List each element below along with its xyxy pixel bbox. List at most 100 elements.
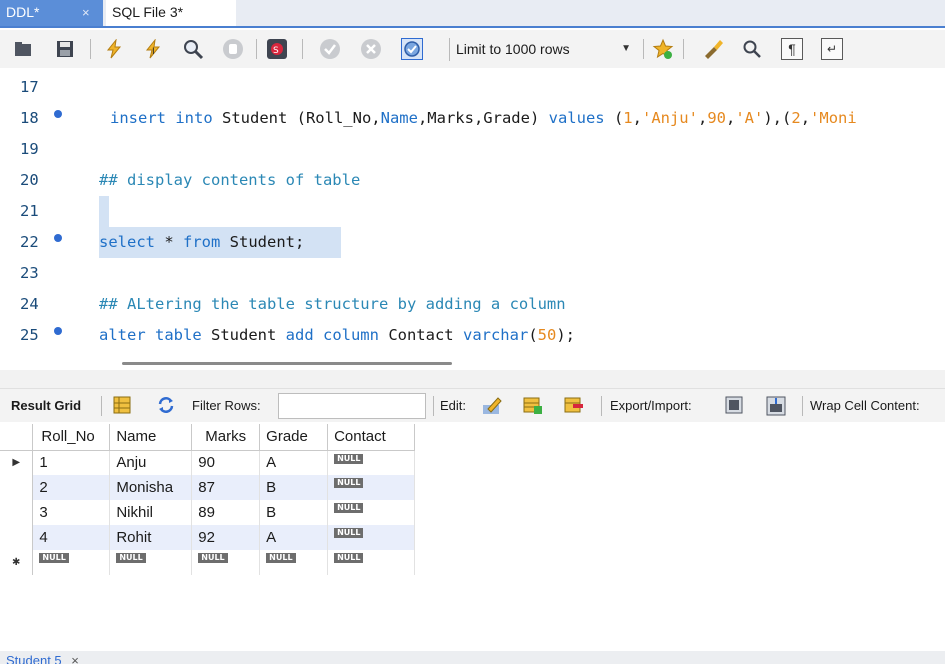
cell-name[interactable]: Rohit [109, 525, 193, 550]
cell-contact[interactable]: NULL [327, 525, 415, 550]
cell-roll-no[interactable]: 1 [32, 450, 111, 475]
column-header-marks[interactable]: Marks [191, 424, 261, 451]
table-row[interactable]: 3 Nikhil 89 B NULL [0, 500, 415, 525]
commit-icon[interactable] [319, 38, 341, 60]
cell-roll-no[interactable]: 4 [32, 525, 111, 550]
line-number: 17 [20, 78, 39, 96]
toolbar-separator [601, 396, 602, 416]
svg-text:I: I [152, 47, 155, 57]
close-icon[interactable]: × [82, 1, 90, 25]
cell-grade[interactable]: B [259, 475, 329, 500]
statement-marker-icon [54, 110, 62, 118]
cell-grade[interactable]: NULL [259, 550, 329, 575]
toolbar-separator [683, 39, 684, 59]
new-row[interactable]: ✱ NULL NULL NULL NULL NULL [0, 550, 415, 575]
open-folder-icon[interactable] [12, 38, 34, 60]
result-toolbar: Result Grid Filter Rows: Edit: Export/Im… [0, 388, 945, 422]
refresh-icon[interactable] [156, 395, 176, 415]
table-row[interactable]: 2 Monisha 87 B NULL [0, 475, 415, 500]
delete-row-icon[interactable] [564, 395, 584, 415]
tab-ddl[interactable]: DDL* × [0, 0, 103, 26]
cell-contact[interactable]: NULL [327, 450, 415, 475]
statement-marker-icon [54, 234, 62, 242]
column-header-roll-no[interactable]: Roll_No [32, 424, 111, 451]
statement-marker-icon [54, 327, 62, 335]
tab-ddl-label: DDL* [6, 4, 40, 20]
horizontal-scrollbar[interactable] [122, 362, 452, 365]
cell-marks[interactable]: 92 [191, 525, 261, 550]
table-row[interactable]: ▶ 1 Anju 90 A NULL [0, 450, 415, 475]
insert-row-icon[interactable] [523, 395, 543, 415]
autocommit-icon[interactable] [401, 38, 423, 60]
cell-contact[interactable]: NULL [327, 500, 415, 525]
line-number: 23 [20, 264, 39, 282]
column-header-name[interactable]: Name [109, 424, 193, 451]
cell-marks[interactable]: 87 [191, 475, 261, 500]
export-icon[interactable] [724, 395, 744, 415]
stop-on-error-icon[interactable]: S [266, 38, 288, 60]
cell-grade[interactable]: B [259, 500, 329, 525]
svg-text:S: S [273, 46, 279, 56]
invisible-chars-icon[interactable]: ¶ [781, 38, 803, 60]
cell-marks[interactable]: NULL [191, 550, 261, 575]
cell-marks[interactable]: 90 [191, 450, 261, 475]
panel-splitter[interactable] [0, 370, 945, 388]
tab-student-5[interactable]: Student 5 × [6, 653, 79, 664]
rollback-icon[interactable] [360, 38, 382, 60]
cell-grade[interactable]: A [259, 450, 329, 475]
code-line-24: 24 ## ALtering the table structure by ad… [0, 289, 945, 320]
row-header-corner [0, 424, 34, 451]
filter-rows-input[interactable] [278, 393, 426, 419]
cell-marks[interactable]: 89 [191, 500, 261, 525]
execute-icon[interactable] [103, 38, 125, 60]
table-row[interactable]: 4 Rohit 92 A NULL [0, 525, 415, 550]
code-line-19: 19 [0, 134, 945, 165]
result-grid-label[interactable]: Result Grid [11, 398, 81, 413]
null-badge: NULL [116, 553, 146, 563]
execute-current-icon[interactable]: I [142, 38, 164, 60]
column-header-grade[interactable]: Grade [259, 424, 329, 451]
limit-rows-select[interactable]: Limit to 1000 rows ▼ [449, 38, 639, 61]
cell-roll-no[interactable]: 3 [32, 500, 111, 525]
beautify-icon[interactable] [702, 38, 724, 60]
close-icon[interactable]: × [71, 653, 79, 664]
null-badge: NULL [334, 553, 364, 563]
column-header-contact[interactable]: Contact [327, 424, 415, 451]
wrap-icon[interactable]: ↵ [821, 38, 843, 60]
code-line-23: 23 [0, 258, 945, 289]
find-icon[interactable] [741, 38, 763, 60]
cell-name[interactable]: Anju [109, 450, 193, 475]
cell-name[interactable]: Monisha [109, 475, 193, 500]
export-import-label: Export/Import: [610, 398, 692, 413]
toolbar-separator [433, 396, 434, 416]
grid-layout-icon[interactable] [112, 395, 132, 415]
snippet-icon[interactable] [652, 38, 674, 60]
cell-roll-no[interactable]: NULL [32, 550, 111, 575]
row-indicator [0, 500, 34, 525]
cell-contact[interactable]: NULL [327, 550, 415, 575]
cell-name[interactable]: NULL [109, 550, 193, 575]
cell-contact[interactable]: NULL [327, 475, 415, 500]
save-icon[interactable] [54, 38, 76, 60]
code-comment: ## ALtering the table structure by addin… [99, 295, 566, 313]
sql-code-editor[interactable]: 17 18 insert into Student (Roll_No,Name,… [0, 70, 945, 360]
sql-editor-window: DDL* × SQL File 3* I S Limit to 1000 row… [0, 0, 945, 664]
toolbar-separator [802, 396, 803, 416]
cell-roll-no[interactable]: 2 [32, 475, 111, 500]
explain-icon[interactable] [182, 38, 204, 60]
toolbar-separator [256, 39, 257, 59]
tab-sql-file-label: SQL File 3* [112, 4, 184, 20]
sql-toolbar: I S Limit to 1000 rows ▼ ¶ ↵ [0, 30, 945, 68]
code-line-17: 17 [0, 72, 945, 103]
row-indicator [0, 525, 34, 550]
import-icon[interactable] [765, 395, 786, 416]
wrap-cell-content-label: Wrap Cell Content: [810, 398, 920, 413]
edit-cell-icon[interactable] [482, 395, 502, 415]
tab-sql-file-3[interactable]: SQL File 3* [106, 0, 236, 26]
stop-icon[interactable] [222, 38, 244, 60]
line-number: 24 [20, 295, 39, 313]
cell-grade[interactable]: A [259, 525, 329, 550]
cell-name[interactable]: Nikhil [109, 500, 193, 525]
code-line-20: 20 ## display contents of table [0, 165, 945, 196]
line-number: 19 [20, 140, 39, 158]
